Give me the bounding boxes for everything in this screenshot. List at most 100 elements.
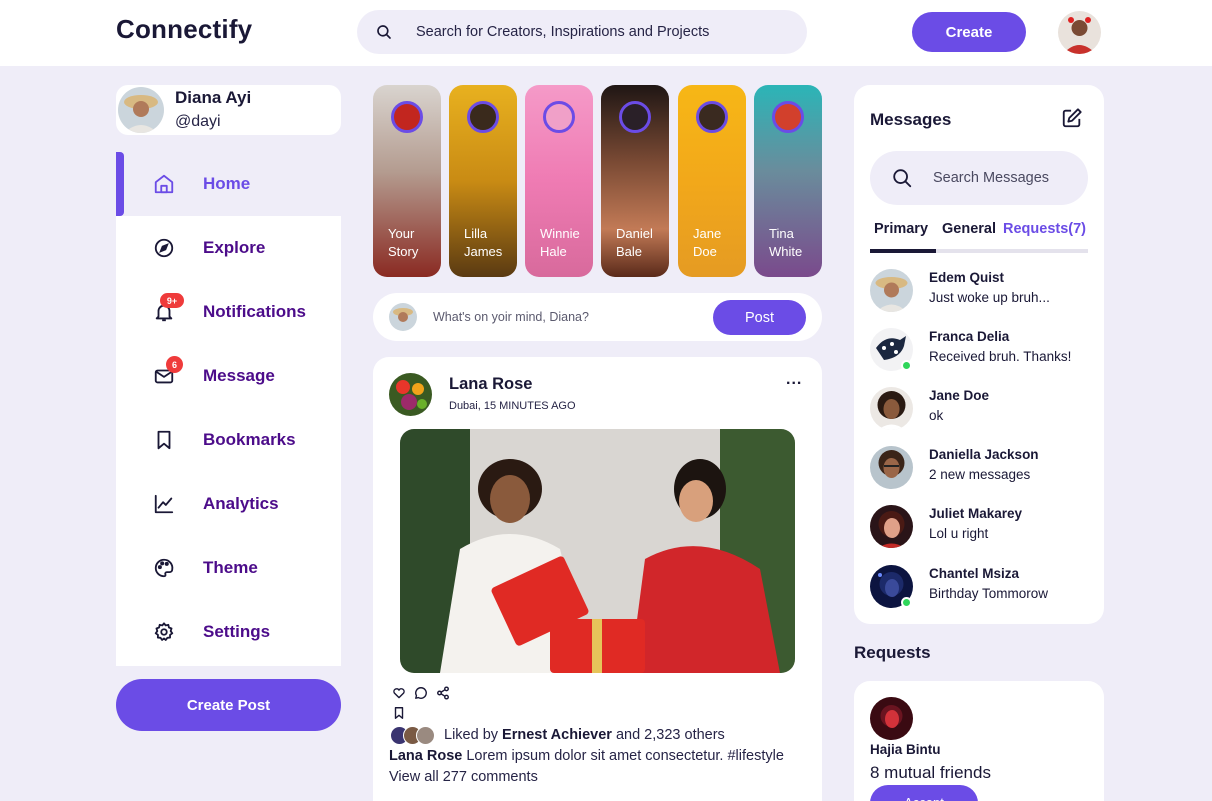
story-avatar	[772, 101, 804, 133]
share-icon[interactable]	[436, 686, 450, 700]
sidebar-item-theme[interactable]: Theme	[116, 536, 341, 600]
sidebar-item-explore[interactable]: Explore	[116, 216, 341, 280]
conversation-item[interactable]: Franca Delia Received bruh. Thanks!	[870, 328, 1088, 372]
search-bar[interactable]: Search for Creators, Inspirations and Pr…	[357, 10, 807, 54]
online-indicator	[901, 360, 912, 371]
sidebar-item-label: Message	[203, 366, 275, 385]
conversation-preview: Just woke up bruh...	[929, 290, 1050, 305]
message-search-bar[interactable]: Search Messages	[870, 151, 1088, 205]
post-image[interactable]	[400, 429, 795, 673]
sidebar-item-label: Bookmarks	[203, 430, 296, 449]
bookmark-icon	[157, 430, 171, 450]
conversation-name: Jane Doe	[929, 388, 990, 403]
conversation-avatar	[870, 269, 913, 312]
more-options-icon[interactable]: ...	[786, 371, 802, 389]
tab-primary[interactable]: Primary	[874, 221, 928, 237]
compose-bar: What's on yoir mind, Diana? Post	[373, 293, 822, 341]
post-location-time: Dubai, 15 MINUTES AGO	[449, 400, 576, 412]
conversation-avatar	[870, 446, 913, 489]
conversation-item[interactable]: Edem Quist Just woke up bruh...	[870, 269, 1088, 313]
gear-icon	[154, 622, 174, 641]
heart-icon[interactable]	[392, 686, 406, 700]
conversation-name: Juliet Makarey	[929, 506, 1023, 521]
conversation-preview: ok	[929, 408, 944, 423]
liked-by-name[interactable]: Ernest Achiever	[502, 727, 612, 743]
message-search-input[interactable]: Search Messages	[933, 170, 1049, 186]
story-avatar	[696, 101, 728, 133]
story-name: Your Story	[388, 226, 419, 259]
story-card[interactable]: Tina White	[754, 85, 822, 277]
tab-underline	[870, 249, 1088, 253]
post-author-name[interactable]: Lana Rose	[449, 375, 532, 394]
liked-by: Liked by Ernest Achiever and 2,323 other…	[390, 725, 810, 745]
sidebar-item-notifications[interactable]: 9+ Notifications	[116, 280, 341, 344]
message-tabs: Primary General Requests(7)	[870, 221, 1088, 253]
create-post-button[interactable]: Create Post	[116, 679, 341, 731]
view-comments-link[interactable]: View all 277 comments	[389, 769, 538, 785]
story-card[interactable]: Daniel Bale	[601, 85, 669, 277]
profile-avatar	[118, 87, 164, 133]
profile-handle: @dayi	[175, 113, 221, 130]
search-icon	[893, 169, 912, 188]
story-avatar	[391, 101, 423, 133]
conversation-item[interactable]: Jane Doe ok	[870, 387, 1088, 431]
profile-name: Diana Ayi	[175, 88, 252, 107]
sidebar-item-label: Home	[203, 174, 251, 193]
post-author-avatar[interactable]	[389, 373, 432, 416]
request-name[interactable]: Hajia Bintu	[870, 742, 941, 757]
search-input[interactable]: Search for Creators, Inspirations and Pr…	[416, 24, 709, 40]
bookmark-icon[interactable]	[392, 706, 406, 720]
tab-requests[interactable]: Requests(7)	[1003, 221, 1086, 237]
messages-title: Messages	[870, 110, 952, 129]
search-icon	[377, 25, 391, 39]
story-card[interactable]: Winnie Hale	[525, 85, 593, 277]
profile-card[interactable]: Diana Ayi @dayi	[116, 85, 341, 135]
edit-icon[interactable]	[1061, 107, 1083, 129]
feed-post: Lana Rose Dubai, 15 MINUTES AGO ... Like…	[373, 357, 822, 801]
story-card[interactable]: Your Story	[373, 85, 441, 277]
conversation-name: Edem Quist	[929, 270, 1005, 285]
story-name: Jane Doe	[693, 226, 722, 259]
user-avatar[interactable]	[1058, 11, 1101, 54]
conversation-item[interactable]: Chantel Msiza Birthday Tommorow	[870, 565, 1088, 609]
sidebar-item-message[interactable]: 6 Message	[116, 344, 341, 408]
sidebar-item-settings[interactable]: Settings	[116, 600, 341, 664]
create-button[interactable]: Create	[912, 12, 1026, 52]
sidebar-item-label: Analytics	[203, 494, 279, 513]
request-card: Hajia Bintu 8 mutual friends Accept	[854, 681, 1104, 801]
compose-avatar	[389, 303, 417, 331]
compose-input[interactable]: What's on yoir mind, Diana?	[433, 310, 589, 324]
compass-icon	[154, 238, 174, 258]
post-caption: Lana Rose Lorem ipsum dolor sit amet con…	[389, 748, 784, 764]
notification-badge: 9+	[160, 293, 184, 308]
conversation-item[interactable]: Daniella Jackson 2 new messages	[870, 446, 1088, 490]
tab-general[interactable]: General	[942, 221, 996, 237]
message-badge: 6	[166, 356, 183, 373]
story-name: Daniel Bale	[616, 226, 653, 259]
sidebar-item-home[interactable]: Home	[116, 152, 341, 216]
post-button[interactable]: Post	[713, 300, 806, 335]
top-navbar: Connectify Search for Creators, Inspirat…	[0, 0, 1212, 66]
sidebar-menu: Home Explore 9+ Notifications 6 Message …	[116, 152, 341, 666]
sidebar-item-bookmarks[interactable]: Bookmarks	[116, 408, 341, 472]
conversation-preview: Received bruh. Thanks!	[929, 349, 1072, 364]
conversation-item[interactable]: Juliet Makarey Lol u right	[870, 505, 1088, 549]
post-actions	[392, 686, 462, 700]
sidebar-item-label: Notifications	[203, 302, 306, 321]
requests-title: Requests	[854, 643, 931, 662]
request-avatar[interactable]	[870, 697, 913, 740]
app-logo[interactable]: Connectify	[116, 14, 252, 45]
sidebar-item-analytics[interactable]: Analytics	[116, 472, 341, 536]
conversation-preview: Birthday Tommorow	[929, 586, 1049, 601]
messages-panel: Messages Search Messages Primary General…	[854, 85, 1104, 624]
story-avatar	[467, 101, 499, 133]
accept-button[interactable]: Accept	[870, 785, 978, 801]
story-avatar	[543, 101, 575, 133]
story-card[interactable]: Lilla James	[449, 85, 517, 277]
palette-icon	[154, 558, 174, 578]
comment-icon[interactable]	[414, 686, 428, 700]
conversation-preview: Lol u right	[929, 526, 989, 541]
conversation-name: Daniella Jackson	[929, 447, 1039, 462]
story-name: Tina White	[769, 226, 803, 259]
story-card[interactable]: Jane Doe	[678, 85, 746, 277]
